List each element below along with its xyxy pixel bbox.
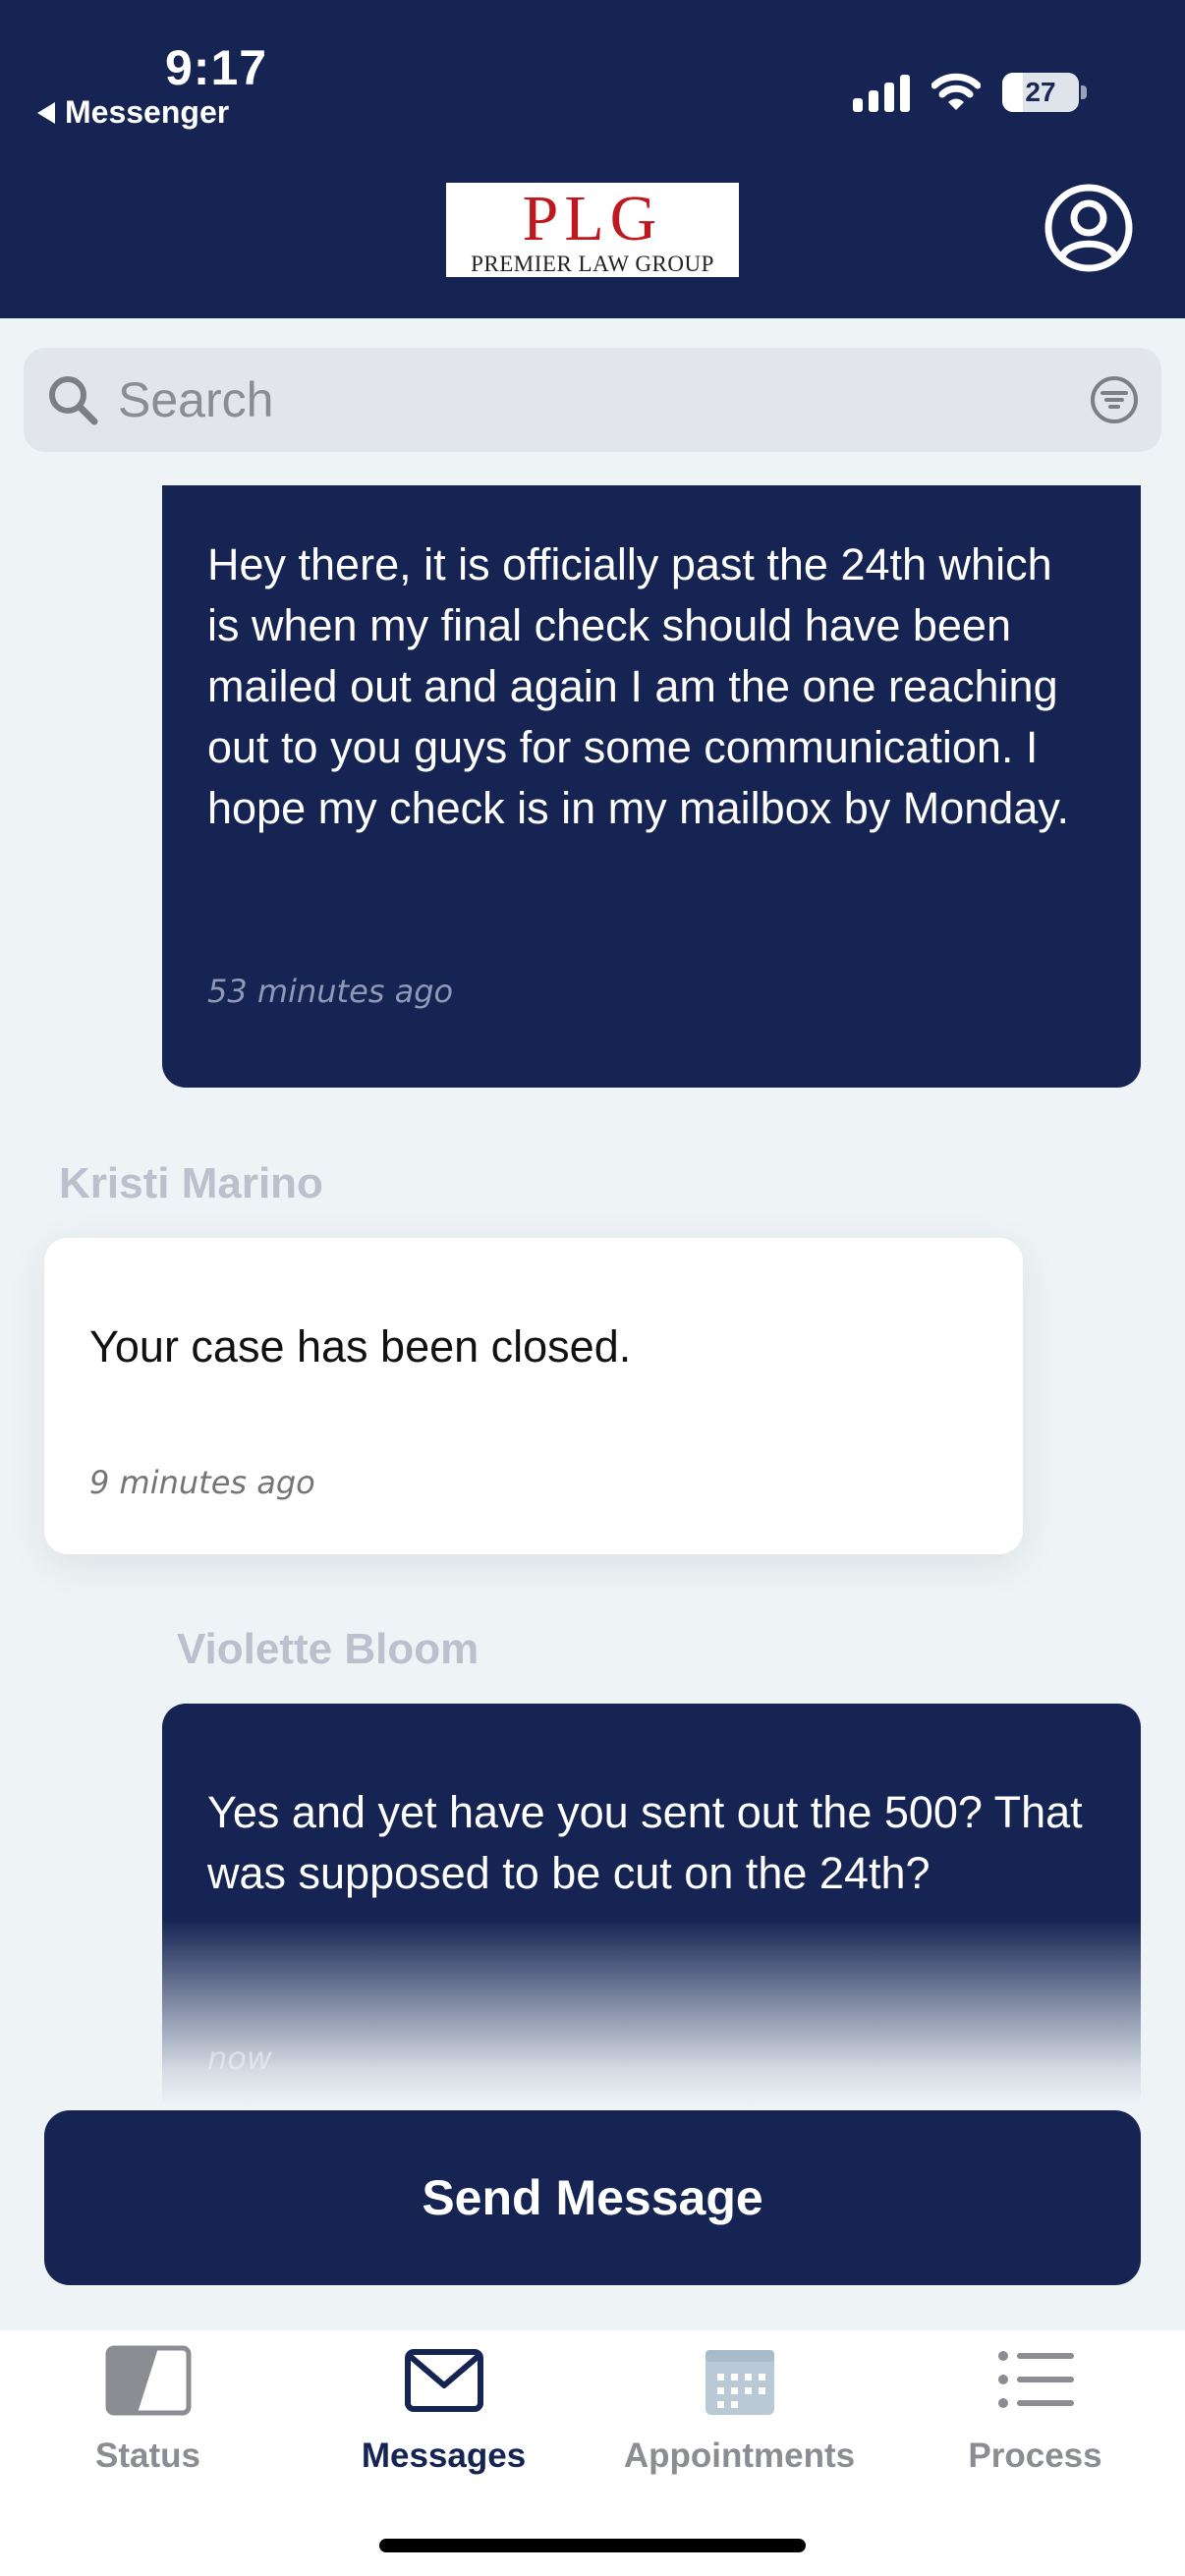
message-list[interactable]: Hey there, it is officially past the 24t… (0, 485, 1185, 2106)
logo-sub: PREMIER LAW GROUP (471, 252, 714, 276)
tab-label: Messages (361, 2436, 527, 2475)
calendar-icon (705, 2350, 774, 2415)
tab-label: Process (968, 2436, 1102, 2475)
tab-label: Appointments (623, 2436, 856, 2475)
battery-level: 27 (1025, 77, 1056, 107)
filter-icon[interactable] (1089, 374, 1140, 425)
sender-name: Violette Bloom (177, 1625, 480, 1673)
wifi-icon (931, 73, 981, 110)
message-timestamp: 9 minutes ago (89, 1464, 315, 1501)
message-text: Yes and yet have you sent out the 500? T… (207, 1787, 1083, 1898)
logo-main: PLG (522, 183, 663, 254)
tab-process[interactable]: Process (887, 2330, 1183, 2478)
send-message-button[interactable]: Send Message (44, 2110, 1141, 2285)
user-circle-icon[interactable] (1044, 183, 1134, 273)
status-time: 9:17 (165, 40, 268, 95)
search-icon (49, 376, 98, 425)
search-input[interactable]: Search (24, 348, 1161, 452)
back-arrow-icon (37, 101, 55, 124)
message-text: Your case has been closed. (89, 1321, 632, 1372)
tab-appointments[interactable]: Appointments (592, 2330, 887, 2478)
scroll-fade-overlay (0, 1920, 1185, 2106)
message-timestamp: 53 minutes ago (207, 973, 454, 1010)
search-area: Search (0, 318, 1185, 485)
tab-messages[interactable]: Messages (296, 2330, 592, 2478)
app-header: 9:17 Messenger 27 PLG PREMIER LAW GROUP (0, 0, 1185, 318)
plg-logo: PLG PREMIER LAW GROUP (446, 183, 739, 277)
search-placeholder: Search (118, 372, 274, 427)
tab-label: Status (95, 2436, 200, 2475)
message-bubble-incoming: Your case has been closed. 9 minutes ago (44, 1238, 1023, 1554)
battery-icon: 27 (1002, 73, 1079, 112)
envelope-icon (404, 2349, 483, 2412)
back-to-messenger[interactable]: Messenger (37, 94, 229, 131)
home-indicator[interactable] (379, 2539, 806, 2552)
status-icon (105, 2345, 191, 2416)
sender-name: Kristi Marino (59, 1159, 323, 1207)
tab-status[interactable]: Status (0, 2330, 296, 2478)
message-bubble-outgoing: Hey there, it is officially past the 24t… (162, 485, 1141, 1088)
cellular-signal-icon (853, 73, 910, 112)
back-label: Messenger (65, 94, 230, 130)
list-icon (997, 2351, 1074, 2408)
message-text: Hey there, it is officially past the 24t… (207, 539, 1070, 833)
status-icons: 27 (853, 73, 1087, 112)
